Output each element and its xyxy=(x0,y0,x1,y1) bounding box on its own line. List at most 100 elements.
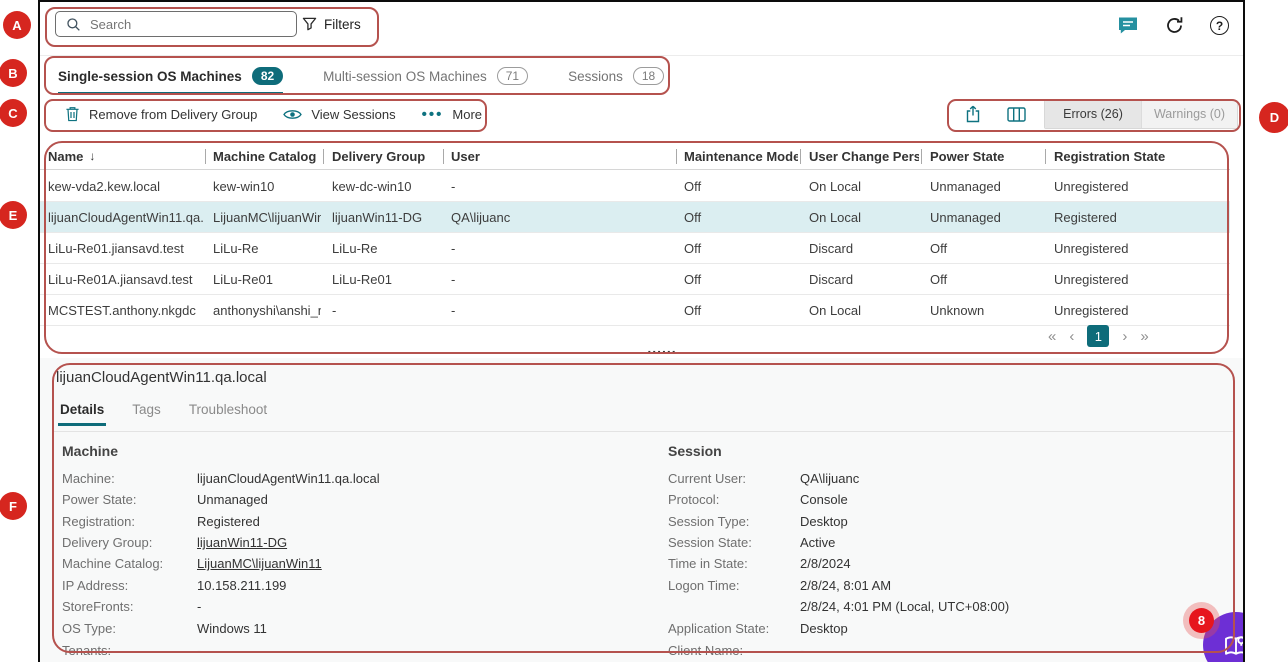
column-header-maintenance-mode[interactable]: Maintenance Mode xyxy=(684,143,798,169)
tab-count-badge: 18 xyxy=(633,67,664,85)
detail-value: Active xyxy=(800,535,835,550)
tab-count-badge: 82 xyxy=(252,67,283,85)
sort-descending-icon[interactable]: ↓ xyxy=(89,149,95,163)
cell-machine-catalog: anthonyshi\anshi_m... xyxy=(213,295,321,325)
session-section-title: Session xyxy=(668,443,722,459)
tab-troubleshoot[interactable]: Troubleshoot xyxy=(189,402,267,426)
detail-label: Session State: xyxy=(668,535,752,550)
column-header-user[interactable]: User xyxy=(451,143,673,169)
top-bar: Filters ? xyxy=(40,2,1243,56)
detail-label: Time in State: xyxy=(668,556,748,571)
machine-details-panel: lijuanCloudAgentWin11.qa.local Details T… xyxy=(40,358,1243,662)
last-page-button[interactable]: » xyxy=(1140,328,1148,345)
tab-multi-session-os-machines[interactable]: Multi-session OS Machines 71 xyxy=(323,57,528,95)
column-header-name[interactable]: Name↓ xyxy=(48,143,204,169)
detail-value: - xyxy=(800,643,804,658)
detail-value: 10.158.211.199 xyxy=(197,578,286,593)
book-lightbulb-icon xyxy=(1220,630,1245,660)
annotation-letter-b: B xyxy=(0,59,27,87)
detail-label: Application State: xyxy=(668,621,769,636)
annotation-letter-e: E xyxy=(0,201,27,229)
cell-power-state: Unmanaged xyxy=(930,202,1042,232)
cell-registration-state: Registered xyxy=(1054,202,1226,232)
detail-value: 2/8/2024 xyxy=(800,556,851,571)
errors-tab[interactable]: Errors (26) xyxy=(1045,101,1141,128)
columns-icon[interactable] xyxy=(1007,107,1026,122)
column-divider xyxy=(921,149,922,164)
cell-maintenance-mode: Off xyxy=(684,295,798,325)
detail-label: Machine Catalog: xyxy=(62,556,163,571)
refresh-icon[interactable] xyxy=(1164,15,1185,36)
toolbar-right-group: Errors (26) Warnings (0) xyxy=(965,95,1238,133)
feedback-comment-icon[interactable] xyxy=(1117,16,1139,35)
column-header-user-change-persistence[interactable]: User Change Persi... xyxy=(809,143,919,169)
actions-toolbar: Remove from Delivery Group View Sessions… xyxy=(40,95,1243,133)
detail-label: OS Type: xyxy=(62,621,116,636)
annotation-letter-f: F xyxy=(0,492,27,520)
cell-delivery-group: lijuanWin11-DG xyxy=(332,202,442,232)
column-header-registration-state[interactable]: Registration State xyxy=(1054,143,1226,169)
notification-count-badge[interactable]: 8 xyxy=(1189,608,1214,633)
tab-single-session-os-machines[interactable]: Single-session OS Machines 82 xyxy=(58,57,283,95)
column-header-delivery-group[interactable]: Delivery Group xyxy=(332,143,442,169)
current-page-indicator[interactable]: 1 xyxy=(1087,325,1109,347)
details-panel-title: lijuanCloudAgentWin11.qa.local xyxy=(56,369,267,386)
delivery-group-link[interactable]: lijuanWin11-DG xyxy=(197,535,287,550)
column-divider xyxy=(205,149,206,164)
annotation-letter-d: D xyxy=(1259,102,1288,133)
cell-user-change: Discard xyxy=(809,264,919,294)
tab-tags[interactable]: Tags xyxy=(132,402,161,426)
ellipsis-icon: ••• xyxy=(422,106,444,123)
cell-user-change: On Local xyxy=(809,171,919,201)
filter-funnel-icon xyxy=(302,17,317,31)
cell-delivery-group: LiLu-Re01 xyxy=(332,264,442,294)
detail-label: Session Type: xyxy=(668,514,749,529)
cell-name: LiLu-Re01A.jiansavd.test xyxy=(48,264,204,294)
search-icon xyxy=(66,17,81,32)
help-icon[interactable]: ? xyxy=(1210,16,1229,35)
next-page-button[interactable]: › xyxy=(1122,328,1127,345)
cell-delivery-group: - xyxy=(332,295,442,325)
detail-value: - xyxy=(197,599,201,614)
cell-maintenance-mode: Off xyxy=(684,202,798,232)
remove-from-delivery-group-button[interactable]: Remove from Delivery Group xyxy=(65,106,257,122)
previous-page-button[interactable]: ‹ xyxy=(1069,328,1074,345)
cell-user: - xyxy=(451,171,673,201)
warnings-tab[interactable]: Warnings (0) xyxy=(1141,101,1237,128)
detail-value: Windows 11 xyxy=(197,621,267,636)
detail-label: Power State: xyxy=(62,492,136,507)
column-divider xyxy=(676,149,677,164)
search-box[interactable] xyxy=(55,11,297,37)
search-input[interactable] xyxy=(90,17,260,32)
table-row-selected[interactable]: lijuanCloudAgentWin11.qa.lo... LijuanMC\… xyxy=(40,202,1230,233)
tab-details[interactable]: Details xyxy=(60,402,104,426)
table-row[interactable]: MCSTEST.anthony.nkgdc anthonyshi\anshi_m… xyxy=(40,295,1230,326)
machine-catalog-link[interactable]: LijuanMC\lijuanWin11 xyxy=(197,556,322,571)
table-row[interactable]: kew-vda2.kew.local kew-win10 kew-dc-win1… xyxy=(40,171,1230,202)
filters-label: Filters xyxy=(324,17,361,32)
export-icon[interactable] xyxy=(965,105,981,123)
panel-resize-handle[interactable]: ...... xyxy=(632,340,692,356)
first-page-button[interactable]: « xyxy=(1048,328,1056,345)
cell-delivery-group: LiLu-Re xyxy=(332,233,442,263)
filters-button[interactable]: Filters xyxy=(302,10,361,38)
cell-maintenance-mode: Off xyxy=(684,233,798,263)
detail-value: Desktop xyxy=(800,621,848,636)
cell-registration-state: Unregistered xyxy=(1054,295,1226,325)
table-row[interactable]: LiLu-Re01A.jiansavd.test LiLu-Re01 LiLu-… xyxy=(40,264,1230,295)
more-button[interactable]: ••• More xyxy=(422,106,482,123)
detail-label: Registration: xyxy=(62,514,135,529)
cell-name: MCSTEST.anthony.nkgdc xyxy=(48,295,204,325)
view-sessions-button[interactable]: View Sessions xyxy=(283,107,395,122)
details-tabbar: Details Tags Troubleshoot xyxy=(60,402,267,426)
tab-sessions[interactable]: Sessions 18 xyxy=(568,57,664,95)
tab-label: Multi-session OS Machines xyxy=(323,69,487,84)
cell-power-state: Unmanaged xyxy=(930,171,1042,201)
cell-user: - xyxy=(451,295,673,325)
column-divider xyxy=(323,149,324,164)
detail-label: Tenants: xyxy=(62,643,111,658)
table-row[interactable]: LiLu-Re01.jiansavd.test LiLu-Re LiLu-Re … xyxy=(40,233,1230,264)
eye-icon xyxy=(283,108,302,121)
column-header-power-state[interactable]: Power State xyxy=(930,143,1042,169)
column-header-machine-catalog[interactable]: Machine Catalog xyxy=(213,143,321,169)
